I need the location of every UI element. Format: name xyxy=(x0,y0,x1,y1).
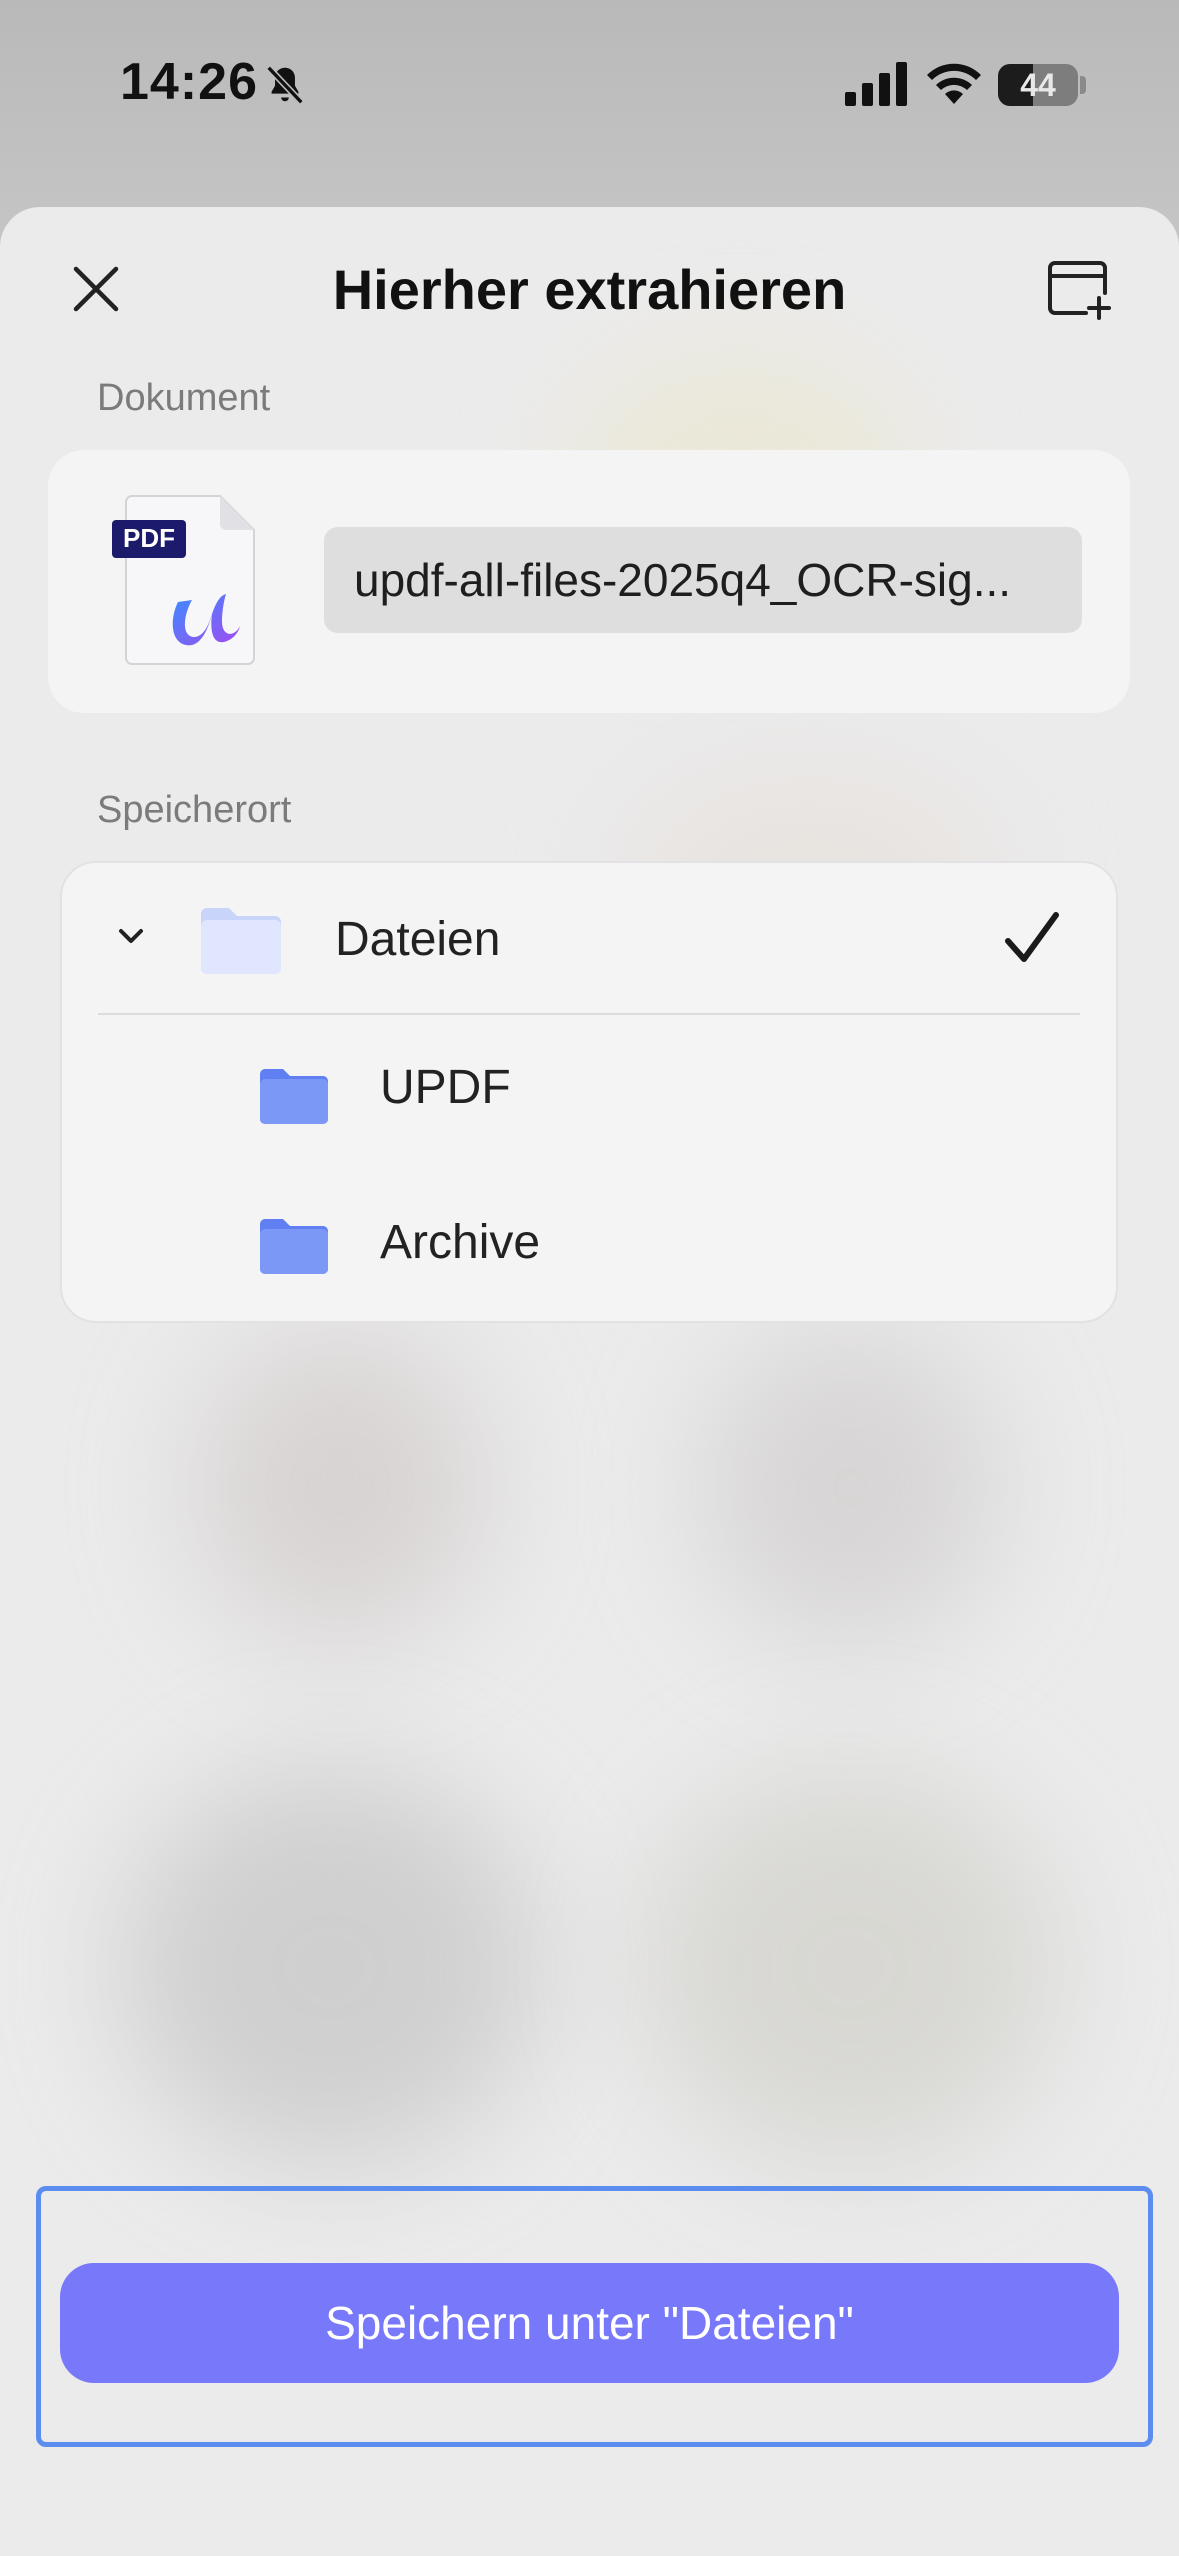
folder-icon xyxy=(260,1069,328,1124)
folder-row-updf[interactable]: UPDF xyxy=(62,1015,1116,1173)
pdf-file-icon: PDF xyxy=(112,495,255,665)
document-section-label: Dokument xyxy=(97,377,271,419)
battery-icon: 44 xyxy=(998,64,1078,106)
folder-row-archive[interactable]: Archive xyxy=(62,1173,1116,1325)
location-section-label: Speicherort xyxy=(97,789,292,831)
blurred-background xyxy=(700,1327,1000,1647)
checkmark-icon xyxy=(1005,912,1059,962)
folder-icon xyxy=(201,908,281,974)
save-button[interactable]: Speichern unter "Dateien" xyxy=(60,2263,1119,2383)
folder-label-archive: Archive xyxy=(380,1216,541,1269)
new-folder-icon[interactable] xyxy=(1046,259,1112,321)
folder-icon xyxy=(260,1219,328,1274)
wifi-icon xyxy=(927,63,981,104)
pdf-badge: PDF xyxy=(123,523,175,553)
blurred-background xyxy=(640,1767,1060,2167)
blurred-background xyxy=(190,1327,490,1647)
bell-slash-icon xyxy=(266,65,304,105)
sheet-title: Hierher extrahieren xyxy=(332,258,847,321)
battery-tip xyxy=(1080,76,1086,94)
location-tree: Dateien UPDF Archive xyxy=(60,861,1118,1323)
chevron-down-icon[interactable] xyxy=(116,925,146,947)
folder-label-dateien: Dateien xyxy=(335,913,501,966)
battery-level: 44 xyxy=(1020,67,1056,103)
blurred-background xyxy=(120,1767,540,2167)
folder-row-dateien[interactable]: Dateien xyxy=(62,863,1116,1015)
status-time: 14:26 xyxy=(120,53,258,111)
document-card: PDF updf-all-files-2025q4_OCR-sig... xyxy=(48,450,1130,713)
file-name-field[interactable]: updf-all-files-2025q4_OCR-sig... xyxy=(324,527,1082,633)
cellular-signal-icon xyxy=(845,62,907,106)
folder-label-updf: UPDF xyxy=(380,1061,511,1114)
